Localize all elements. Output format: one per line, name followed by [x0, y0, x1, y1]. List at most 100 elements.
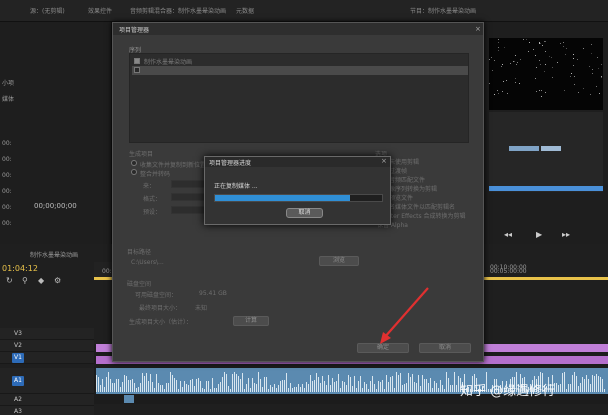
preview-speck	[515, 55, 516, 56]
preview-speck	[515, 78, 516, 79]
close-icon[interactable]: ×	[381, 157, 387, 165]
audio-clip[interactable]	[124, 395, 134, 403]
mini-clip	[509, 146, 539, 151]
sequence-list[interactable]: 制作水墨晕染动画	[129, 53, 469, 143]
list-item[interactable]	[132, 66, 468, 75]
preview-speck	[539, 90, 540, 91]
progress-dialog-title: 项目管理器进度	[205, 157, 390, 167]
mini-timeline	[489, 112, 603, 192]
waveform-bar	[434, 381, 435, 392]
track-header-a3[interactable]: A3	[0, 406, 94, 415]
preview-speck	[592, 73, 593, 74]
waveform-bar	[192, 379, 193, 392]
sequence-checkbox[interactable]	[134, 67, 140, 73]
waveform-bar	[370, 381, 371, 392]
waveform-bar	[118, 379, 119, 392]
marker-icon[interactable]: ◆	[38, 276, 44, 285]
waveform-bar	[114, 383, 115, 392]
sequence-checkbox[interactable]	[134, 58, 140, 64]
track-header-v2[interactable]: V2	[0, 340, 94, 352]
step-forward-icon[interactable]: ▸▸	[562, 230, 570, 239]
waveform-bar	[346, 385, 347, 392]
waveform-bar	[230, 389, 231, 392]
mini-clip	[489, 186, 603, 191]
track-header-a1[interactable]: A1	[0, 368, 94, 394]
waveform-bar	[304, 388, 305, 392]
preview-speck	[535, 78, 536, 79]
close-icon[interactable]: ×	[475, 25, 481, 33]
waveform-bar	[184, 381, 185, 392]
list-item[interactable]: 制作水墨晕染动画	[132, 57, 468, 66]
consolidate-radio[interactable]	[131, 169, 137, 175]
waveform-bar	[404, 384, 405, 392]
waveform-bar	[422, 375, 423, 392]
waveform-bar	[104, 387, 105, 392]
tab-program[interactable]: 节目：制作水墨晕染动画	[410, 6, 490, 16]
waveform-bar	[596, 374, 597, 392]
waveform-bar	[260, 379, 261, 392]
waveform-bar	[254, 383, 255, 392]
format-select[interactable]	[171, 193, 207, 201]
waveform-bar	[428, 383, 429, 392]
waveform-bar	[130, 380, 131, 392]
tab-audio-mixer[interactable]: 音频剪辑混合器：制作水墨晕染动画	[130, 6, 240, 16]
preview-speck	[566, 48, 567, 49]
waveform-bar	[390, 377, 391, 392]
mini-clip	[541, 146, 561, 151]
waveform-bar	[384, 389, 385, 392]
wrench-icon[interactable]: ⚙	[54, 276, 61, 285]
waveform-bar	[122, 382, 123, 392]
track-header-v3[interactable]: V3	[0, 328, 94, 340]
waveform-bar	[340, 388, 341, 392]
preview-speck	[541, 90, 542, 91]
waveform-bar	[320, 383, 321, 392]
waveform-bar	[374, 384, 375, 392]
waveform-bar	[148, 381, 149, 392]
waveform-bar	[140, 383, 141, 392]
tab-timeline[interactable]: 制作水墨晕染动画	[30, 250, 78, 259]
waveform-bar	[272, 387, 273, 392]
waveform-bar	[358, 381, 359, 392]
waveform-bar	[186, 384, 187, 392]
waveform-bar	[236, 374, 237, 392]
waveform-bar	[410, 377, 411, 392]
waveform-bar	[116, 379, 117, 392]
source-select[interactable]	[171, 180, 207, 188]
waveform-bar	[602, 379, 603, 392]
step-back-icon[interactable]: ◂◂	[504, 230, 512, 239]
waveform-bar	[588, 379, 589, 392]
waveform-bar	[286, 373, 287, 392]
waveform-bar	[124, 375, 125, 392]
preview-speck	[498, 47, 499, 48]
preview-speck	[591, 53, 592, 54]
annotation-arrow	[380, 287, 429, 344]
progress-cancel-button[interactable]: 取消	[286, 208, 323, 218]
timeline-timecode: 01:04:12	[2, 264, 38, 273]
waveform-bar	[208, 381, 209, 392]
preview-speck	[528, 51, 529, 52]
preset-select[interactable]	[171, 206, 207, 214]
waveform-bar	[100, 385, 101, 392]
preview-speck	[497, 90, 498, 91]
arrow-head	[380, 332, 391, 344]
preview-speck	[570, 76, 571, 77]
tab-effect-controls[interactable]: 效果控件	[88, 6, 120, 16]
browse-button[interactable]: 浏览	[319, 256, 359, 266]
waveform-bar	[244, 389, 245, 392]
snap-icon[interactable]: ↻	[6, 276, 13, 285]
collect-radio[interactable]	[131, 160, 137, 166]
track-header-v1[interactable]: V1	[0, 352, 94, 364]
waveform-bar	[264, 377, 265, 392]
left-label: 00:	[2, 156, 12, 163]
play-icon[interactable]: ▶	[536, 230, 542, 239]
calculate-button[interactable]: 计算	[233, 316, 269, 326]
waveform-bar	[288, 388, 289, 392]
waveform-bar	[378, 381, 379, 392]
waveform-bar	[418, 375, 419, 392]
preview-speck	[536, 91, 537, 92]
waveform-bar	[342, 381, 343, 392]
tab-source[interactable]: 源：(无剪辑)	[30, 6, 78, 16]
tab-metadata[interactable]: 元数据	[236, 6, 266, 16]
linked-selection-icon[interactable]: ⚲	[22, 276, 28, 285]
track-header-a2[interactable]: A2	[0, 394, 94, 406]
